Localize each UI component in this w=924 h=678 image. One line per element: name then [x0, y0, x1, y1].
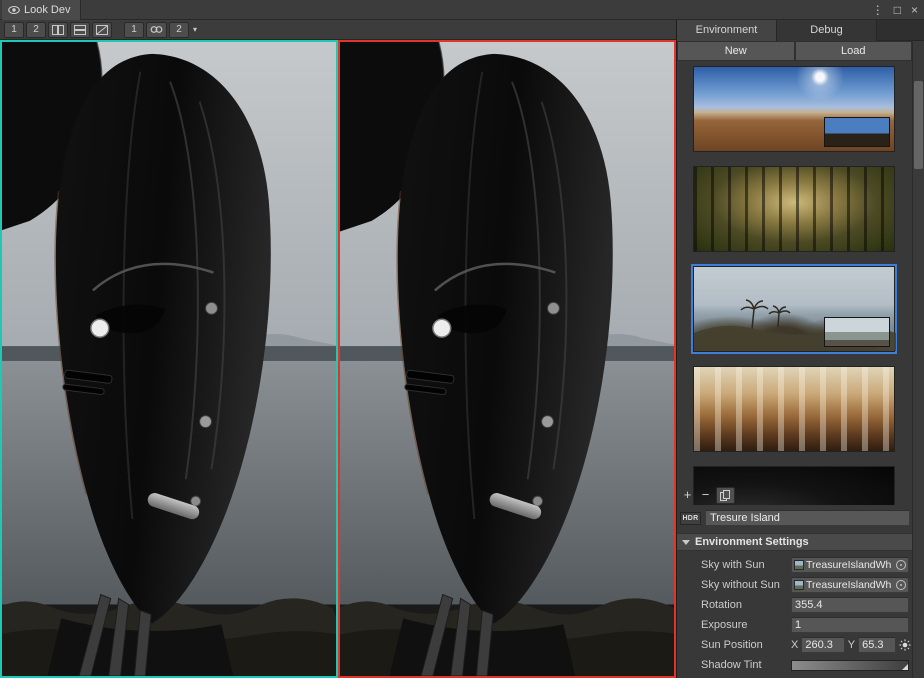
sky-without-sun-label: Sky without Sun — [701, 579, 780, 591]
texture-thumbnail-icon — [794, 560, 804, 570]
hdri-inset-preview — [824, 317, 890, 347]
object-picker-icon[interactable] — [896, 560, 906, 570]
sky-with-sun-row: Sky with Sun TreasureIslandWh — [677, 555, 912, 575]
panel-tabs: Environment Debug — [677, 20, 924, 41]
hdri-thumbnail-list — [677, 61, 911, 505]
hdri-thumbnail-church-interior[interactable] — [693, 366, 895, 452]
view-1-badge[interactable]: 1 — [124, 22, 144, 38]
single-view-1-button[interactable]: 1 — [4, 22, 24, 38]
hdr-badge-icon: HDR — [680, 512, 701, 525]
rotation-label: Rotation — [701, 599, 742, 611]
sun-x-field[interactable]: 260.3 — [801, 637, 844, 653]
lookdev-view-1[interactable] — [0, 40, 338, 678]
hdri-inset-preview — [824, 117, 890, 147]
scrollbar-thumb[interactable] — [914, 81, 923, 169]
foldout-arrow-icon — [682, 540, 690, 549]
add-hdri-icon[interactable]: + — [680, 487, 695, 503]
texture-thumbnail-icon — [794, 580, 804, 590]
view-2-badge[interactable]: 2 — [169, 22, 189, 38]
shadow-tint-label: Shadow Tint — [701, 659, 762, 671]
eye-icon — [8, 5, 20, 15]
sun-y-field[interactable]: 65.3 — [858, 637, 896, 653]
object-picker-icon[interactable] — [896, 580, 906, 590]
zone-view-button[interactable] — [92, 22, 112, 38]
environment-settings-header[interactable]: Environment Settings — [677, 533, 912, 551]
split-view-icon — [74, 25, 86, 35]
restore-icon[interactable]: □ — [894, 0, 901, 20]
view-dropdown-icon[interactable]: ▾ — [191, 25, 199, 34]
environment-settings-title: Environment Settings — [695, 536, 809, 548]
load-button[interactable]: Load — [795, 41, 913, 61]
look-dev-window: Look Dev ⋮ □ × 1 2 — [0, 0, 924, 678]
hdri-list-toolbar: + − — [680, 485, 735, 505]
sun-icon — [899, 639, 911, 651]
sky-with-sun-label: Sky with Sun — [701, 559, 765, 571]
sun-position-fields: X 260.3 Y 65.3 — [791, 637, 896, 653]
hdr-name-row: HDR Tresure Island — [680, 509, 910, 527]
sun-picker-button[interactable] — [898, 638, 912, 652]
shadow-tint-row: Shadow Tint — [677, 655, 912, 675]
window-tab-look-dev[interactable]: Look Dev — [2, 0, 81, 20]
link-views-button[interactable] — [146, 22, 167, 38]
lookdev-viewports — [0, 40, 676, 678]
sun-x-label: X — [791, 639, 798, 651]
window-title: Look Dev — [24, 4, 70, 16]
split-view-button[interactable] — [70, 22, 90, 38]
side-by-side-view-button[interactable] — [48, 22, 68, 38]
shadow-tint-color-field[interactable] — [791, 660, 909, 671]
environment-name-field[interactable]: Tresure Island — [705, 510, 910, 526]
panel-scrollbar[interactable] — [912, 41, 924, 678]
environment-panel: Environment Debug New Load — [676, 20, 924, 678]
window-menu-icon[interactable]: ⋮ — [872, 0, 884, 20]
exposure-row: Exposure 1 — [677, 615, 912, 635]
library-actions: New Load — [677, 41, 912, 61]
lookdev-toolbar: 1 2 1 2 ▾ — [0, 20, 676, 40]
duplicate-hdri-button[interactable] — [716, 487, 735, 504]
sky-without-sun-object-field[interactable]: TreasureIslandWh — [791, 577, 909, 593]
tab-debug[interactable]: Debug — [777, 20, 877, 41]
lookdev-view-2[interactable] — [338, 40, 676, 678]
remove-hdri-icon[interactable]: − — [698, 487, 713, 503]
link-icon — [150, 25, 163, 34]
exposure-field[interactable]: 1 — [791, 617, 909, 633]
sun-y-label: Y — [848, 639, 855, 651]
close-icon[interactable]: × — [911, 0, 918, 20]
hdri-thumbnail-desert-sun[interactable] — [693, 66, 895, 152]
hdri-thumbnail-forest[interactable] — [693, 166, 895, 252]
side-by-side-icon — [52, 25, 64, 35]
sky-with-sun-object-field[interactable]: TreasureIslandWh — [791, 557, 909, 573]
window-controls: ⋮ □ × — [872, 0, 918, 20]
sun-position-label: Sun Position — [701, 639, 763, 651]
new-button[interactable]: New — [677, 41, 795, 61]
zone-view-icon — [96, 25, 108, 35]
duplicate-icon — [720, 490, 731, 501]
titlebar: Look Dev ⋮ □ × — [0, 0, 924, 20]
sun-position-row: Sun Position X 260.3 Y 65.3 — [677, 635, 912, 655]
single-view-2-button[interactable]: 2 — [26, 22, 46, 38]
exposure-label: Exposure — [701, 619, 747, 631]
rotation-field[interactable]: 355.4 — [791, 597, 909, 613]
hdri-thumbnail-treasure-island[interactable] — [693, 266, 895, 352]
tab-environment[interactable]: Environment — [677, 20, 777, 41]
rotation-row: Rotation 355.4 — [677, 595, 912, 615]
sky-without-sun-row: Sky without Sun TreasureIslandWh — [677, 575, 912, 595]
